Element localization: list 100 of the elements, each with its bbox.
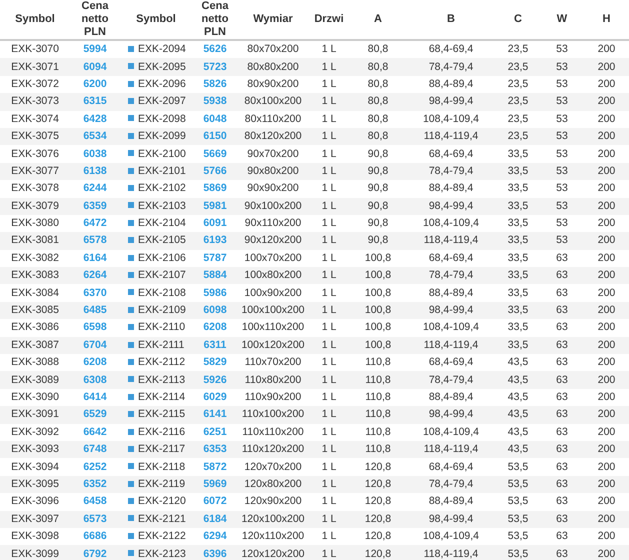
table-cell: EXK-2116 bbox=[138, 426, 186, 438]
table-cell: 5938 bbox=[192, 93, 238, 111]
table-cell: 6252 bbox=[70, 458, 120, 476]
table-cell: 33,5 bbox=[496, 319, 540, 337]
column-header: Cena netto PLN bbox=[70, 0, 120, 40]
table-cell: 110x100x200 bbox=[238, 406, 308, 424]
table-cell: 108,4-109,4 bbox=[406, 214, 496, 232]
table-cell: 120x90x200 bbox=[238, 493, 308, 511]
table-cell: 63 bbox=[540, 510, 584, 528]
bullet-icon bbox=[128, 185, 134, 192]
table-cell: 63 bbox=[540, 528, 584, 546]
table-cell: EXK-2094 bbox=[138, 43, 186, 56]
table-cell: 200 bbox=[584, 110, 629, 128]
table-cell: EXK-3083 bbox=[0, 267, 70, 284]
table-cell: 6311 bbox=[192, 336, 238, 354]
table-cell: 200 bbox=[584, 180, 629, 198]
table-cell: 200 bbox=[584, 198, 629, 215]
bullet-icon bbox=[128, 115, 134, 122]
bullet-icon bbox=[128, 306, 134, 313]
table-cell: 23,5 bbox=[496, 93, 540, 111]
table-cell: 120x80x200 bbox=[238, 476, 308, 494]
table-cell: 6048 bbox=[192, 110, 238, 128]
table-cell: 63 bbox=[540, 424, 584, 441]
table-cell: EXK-2115 bbox=[138, 408, 186, 420]
table-cell-text: 90,8 bbox=[366, 146, 390, 162]
table-cell: 6792 bbox=[70, 545, 120, 560]
table-cell: 110x110x200 bbox=[238, 424, 308, 441]
table-cell: EXK-2103 bbox=[138, 200, 186, 212]
table-cell: 1 L bbox=[308, 58, 350, 76]
table-cell: 80,8 bbox=[350, 58, 406, 76]
table-cell: 80x70x200 bbox=[238, 40, 308, 58]
table-cell: 88,4-89,4 bbox=[406, 284, 496, 302]
table-cell: 6264 bbox=[70, 267, 120, 284]
table-cell: 6578 bbox=[70, 232, 120, 250]
table-cell: 6208 bbox=[192, 319, 238, 337]
table-cell: 53 bbox=[540, 214, 584, 232]
table-cell: 6315 bbox=[70, 93, 120, 111]
table-cell: 68,4-69,4 bbox=[406, 458, 496, 476]
table-cell: 5994 bbox=[70, 40, 120, 58]
column-header: Cena netto PLN bbox=[192, 0, 238, 40]
table-cell: 23,5 bbox=[496, 128, 540, 146]
table-cell: EXK-2098 bbox=[138, 112, 186, 125]
table-cell: 6485 bbox=[70, 302, 120, 320]
table-cell: 1 L bbox=[308, 180, 350, 198]
table-cell-text: EXK-3076 bbox=[10, 146, 60, 162]
table-cell: 1 L bbox=[308, 336, 350, 354]
table-cell: EXK-2111 bbox=[138, 338, 184, 351]
table-cell: 5829 bbox=[192, 354, 238, 372]
bullet-icon bbox=[128, 515, 134, 522]
table-cell: 120,8 bbox=[350, 510, 406, 528]
table-cell: EXK-3099 bbox=[0, 545, 70, 560]
table-cell: 33,5 bbox=[496, 198, 540, 215]
table-cell: 1 L bbox=[308, 528, 350, 546]
table-cell: 6164 bbox=[70, 250, 120, 268]
table-cell: EXK-3080 bbox=[0, 214, 70, 232]
table-cell: 33,5 bbox=[496, 214, 540, 232]
table-cell: 1 L bbox=[308, 354, 350, 372]
table-cell: 90x100x200 bbox=[238, 198, 308, 215]
table-cell: EXK-2097 bbox=[138, 95, 186, 108]
table-cell: 200 bbox=[584, 528, 629, 546]
table-cell: 90x80x200 bbox=[238, 162, 308, 180]
table-cell: 88,4-89,4 bbox=[406, 76, 496, 94]
table-cell: 110,8 bbox=[350, 371, 406, 389]
table-cell: 110,8 bbox=[350, 388, 406, 406]
table-cell: 80x90x200 bbox=[238, 76, 308, 94]
table-cell: 108,4-109,4 bbox=[406, 528, 496, 546]
table-cell: EXK-2109 bbox=[138, 304, 186, 316]
table-cell: EXK-2122 bbox=[138, 530, 186, 542]
table-cell: 200 bbox=[584, 493, 629, 511]
table-cell: EXK-2101 bbox=[138, 164, 186, 177]
table-cell: EXK-3074 bbox=[0, 110, 70, 128]
table-cell: 1 L bbox=[308, 388, 350, 406]
table-cell: 108,4-109,4 bbox=[406, 319, 496, 337]
table-cell: 6138 bbox=[70, 162, 120, 180]
table-cell: 6193 bbox=[192, 232, 238, 250]
column-header: Symbol bbox=[120, 0, 192, 40]
bullet-icon bbox=[128, 532, 134, 539]
table-cell: 63 bbox=[540, 302, 584, 320]
table-cell: 53 bbox=[540, 40, 584, 58]
table-cell: EXK-3082 bbox=[0, 250, 70, 268]
table-cell: 1 L bbox=[308, 267, 350, 284]
table-cell: 78,4-79,4 bbox=[406, 58, 496, 76]
table-cell: EXK-2119 bbox=[138, 478, 186, 490]
table-cell: 5766 bbox=[192, 162, 238, 180]
table-cell: EXK-3096 bbox=[0, 493, 70, 511]
table-cell: 33,5 bbox=[496, 232, 540, 250]
table-cell: 1 L bbox=[308, 128, 350, 146]
table-cell: EXK-3087 bbox=[0, 336, 70, 354]
table-cell: 200 bbox=[584, 476, 629, 494]
table-cell: 68,4-69,4 bbox=[406, 40, 496, 58]
table-cell: 200 bbox=[584, 93, 629, 111]
table-cell: 120x110x200 bbox=[238, 528, 308, 546]
table-cell: 200 bbox=[584, 354, 629, 372]
table-cell-text: 200 bbox=[596, 146, 616, 162]
table-cell: 5981 bbox=[192, 198, 238, 215]
bullet-icon bbox=[128, 358, 134, 365]
table-cell: 53,5 bbox=[496, 545, 540, 560]
table-cell: 100,8 bbox=[350, 250, 406, 268]
table-cell: 63 bbox=[540, 284, 584, 302]
table-cell: 200 bbox=[584, 388, 629, 406]
